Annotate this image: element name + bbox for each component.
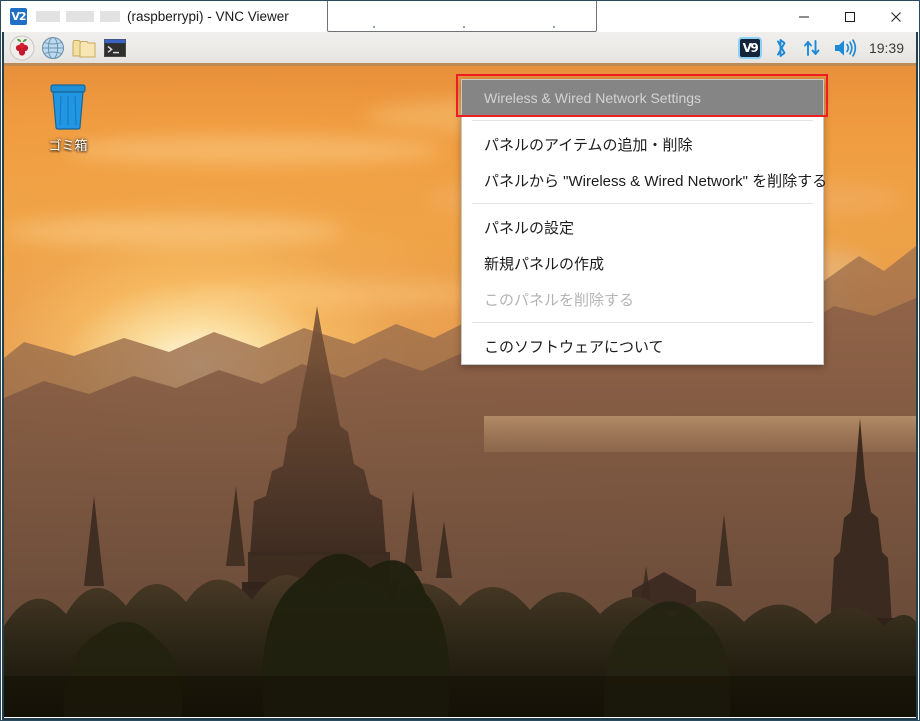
panel-launchers (4, 34, 129, 62)
volume-tray-icon[interactable] (830, 35, 860, 61)
vnc-logo-icon: V2 (10, 8, 27, 25)
menu-item-create-new-panel[interactable]: 新規パネルの作成 (462, 245, 823, 281)
web-browser-button[interactable] (39, 34, 67, 62)
speaker-icon (834, 38, 857, 57)
raspberry-pi-menu-button[interactable] (8, 34, 36, 62)
bluetooth-tray-icon[interactable] (768, 35, 794, 61)
minimize-button[interactable] (781, 1, 827, 32)
menu-item-add-remove-panel-items[interactable]: パネルのアイテムの追加・削除 (462, 126, 823, 162)
menu-separator (472, 322, 813, 323)
menu-item-remove-network-from-panel[interactable]: パネルから "Wireless & Wired Network" を削除する (462, 162, 827, 198)
file-manager-button[interactable] (70, 34, 98, 62)
vnc-toolbar-tab[interactable] (327, 1, 597, 32)
vnc-viewer-window: V2 (raspberrypi) - VNC Viewer ゴミ箱 V9 19:… (0, 0, 920, 721)
terminal-icon (104, 38, 126, 57)
folder-icon (72, 39, 96, 57)
menu-item-delete-this-panel: このパネルを削除する (484, 291, 635, 309)
redacted-host-address (36, 11, 120, 22)
terminal-button[interactable] (101, 34, 129, 62)
network-updown-icon (804, 39, 820, 56)
panel-clock[interactable]: 19:39 (869, 40, 904, 56)
menu-separator (472, 203, 813, 204)
trash-bin-icon (50, 84, 86, 130)
maximize-button[interactable] (827, 1, 873, 32)
menu-item-panel-settings[interactable]: パネルの設定 (462, 209, 823, 245)
lxde-panel[interactable]: V9 19:39 (4, 32, 916, 66)
network-tray-icon[interactable] (799, 35, 825, 61)
raspberry-icon (9, 35, 35, 60)
window-title: (raspberrypi) - VNC Viewer (127, 9, 289, 24)
panel-context-menu[interactable]: Wireless & Wired Network Settings パネルのアイ… (461, 79, 827, 365)
system-tray: V9 19:39 (737, 35, 916, 61)
bluetooth-icon (777, 38, 786, 57)
desktop-icon-trash[interactable]: ゴミ箱 (26, 82, 110, 154)
menu-separator (472, 120, 813, 121)
window-controls (781, 1, 919, 32)
remote-desktop-viewport[interactable]: ゴミ箱 V9 19:39 Wireless & Wired Network Se… (2, 32, 918, 720)
desktop-icon-label: ゴミ箱 (48, 138, 88, 153)
vnc-server-tray-icon[interactable]: V9 (737, 35, 763, 61)
menu-item-about-this-software[interactable]: このソフトウェアについて (462, 328, 823, 364)
close-button[interactable] (873, 1, 919, 32)
menu-item-wireless-wired-network-settings[interactable]: Wireless & Wired Network Settings (462, 80, 823, 115)
globe-icon (41, 36, 65, 59)
